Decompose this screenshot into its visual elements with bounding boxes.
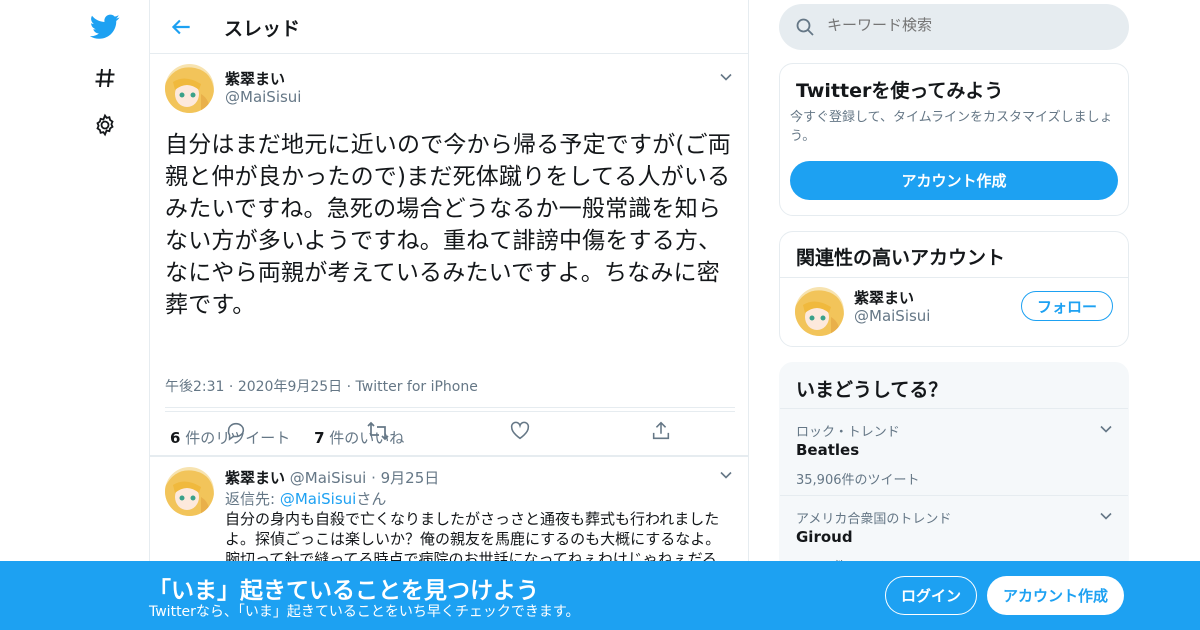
gear-icon[interactable] [90, 110, 120, 140]
thread-header: スレッド [150, 0, 748, 54]
tweet-time[interactable]: 午後2:31 [165, 379, 224, 395]
trend-count: 35,906件のツイート [796, 473, 920, 488]
divider [165, 411, 735, 412]
related-account-name[interactable]: 紫翠まい [854, 287, 914, 308]
chevron-down-icon[interactable] [718, 467, 734, 483]
trend-name: Giroud [796, 528, 853, 546]
banner-subtitle: Twitterなら、「いま」起きていることをいち早くチェックできます。 [149, 604, 580, 620]
left-nav [80, 0, 140, 630]
main-tweet: 紫翠まい @MaiSisui 自分はまだ地元に近いので今から帰る予定ですが(ご両… [150, 54, 748, 456]
heart-icon[interactable] [509, 420, 533, 444]
search-input[interactable] [827, 16, 1107, 34]
banner-create-account-button[interactable]: アカウント作成 [987, 576, 1124, 615]
trend-name: Beatles [796, 441, 860, 459]
trends-card: いまどうしてる？ ロック・トレンド Beatles 35,906件のツイート ア… [779, 362, 1129, 572]
meta-separator: · [371, 469, 376, 487]
tweet-text: 自分はまだ地元に近いので今から帰る予定ですが(ご両親と仲が良かったので)まだ死体… [165, 132, 731, 318]
signup-card-subtitle: 今すぐ登録して、タイムラインをカスタマイズしましょう。 [790, 110, 1113, 144]
reply-date[interactable]: 9月25日 [381, 469, 440, 487]
chevron-down-icon[interactable] [718, 69, 734, 85]
reply-to-line: 返信先: @MaiSisuiさん [225, 488, 386, 509]
trends-card-title: いまどうしてる？ [796, 379, 948, 401]
chevron-down-icon[interactable] [1098, 421, 1114, 441]
reply-text: 自分の身内も自殺で亡くなりましたがさっさと通夜も葬式も行われましたよ。探偵ごっこ… [225, 510, 721, 568]
retweet-icon[interactable] [366, 420, 390, 444]
follow-button[interactable]: フォロー [1021, 291, 1113, 321]
page-title: スレッド [224, 18, 301, 40]
trend-meta: アメリカ合衆国のトレンド [796, 512, 952, 527]
reply-to-suffix: さん [356, 490, 387, 508]
meta-separator: · [346, 379, 356, 395]
author-handle[interactable]: @MaiSisui [225, 88, 301, 106]
meta-separator: · [228, 379, 238, 395]
author-name[interactable]: 紫翠まい [225, 68, 285, 89]
trend-item[interactable]: ロック・トレンド Beatles 35,906件のツイート [780, 408, 1128, 496]
tweet-date[interactable]: 2020年9月25日 [238, 379, 342, 395]
thread-column: スレッド 紫翠まい @MaiSisui 自分はまだ地元に近いので今から帰る予定で… [149, 0, 749, 630]
divider [780, 277, 1128, 278]
divider [165, 407, 735, 408]
tweet-source[interactable]: Twitter for iPhone [356, 379, 478, 395]
hashtag-icon[interactable] [90, 63, 120, 93]
login-button[interactable]: ログイン [885, 576, 977, 615]
chevron-down-icon[interactable] [1098, 508, 1114, 528]
avatar[interactable] [165, 467, 214, 516]
reply-to-handle[interactable]: @MaiSisui [280, 490, 356, 508]
twitter-bird-icon[interactable] [90, 12, 120, 42]
trend-meta: ロック・トレンド [796, 425, 900, 440]
related-accounts-card: 関連性の高いアカウント 紫翠まい @MaiSisui フォロー [779, 231, 1129, 347]
tweet-actions [150, 420, 748, 446]
reply-icon[interactable] [225, 420, 249, 444]
reply-to-prefix: 返信先: [225, 490, 276, 508]
related-account-handle[interactable]: @MaiSisui [854, 307, 930, 325]
avatar[interactable] [165, 64, 214, 113]
signup-card: Twitterを使ってみよう 今すぐ登録して、タイムラインをカスタマイズしましょ… [779, 63, 1129, 216]
reply-author-name[interactable]: 紫翠まい [225, 469, 285, 487]
reply-author-handle[interactable]: @MaiSisui [290, 469, 366, 487]
reply-header: 紫翠まい @MaiSisui · 9月25日 [225, 467, 439, 488]
banner-title: 「いま」起きていることを見つけよう [148, 578, 539, 604]
related-card-title: 関連性の高いアカウント [796, 247, 1006, 269]
back-arrow-icon[interactable] [168, 14, 194, 40]
avatar[interactable] [795, 287, 844, 336]
search-icon [795, 17, 815, 41]
signup-card-title: Twitterを使ってみよう [796, 80, 1004, 102]
search-bar[interactable] [779, 4, 1129, 50]
signup-banner: 「いま」起きていることを見つけよう Twitterなら、「いま」起きていることを… [0, 561, 1200, 630]
create-account-button[interactable]: アカウント作成 [790, 161, 1118, 200]
tweet-meta: 午後2:31 · 2020年9月25日 · Twitter for iPhone [165, 376, 478, 396]
share-icon[interactable] [650, 420, 674, 444]
